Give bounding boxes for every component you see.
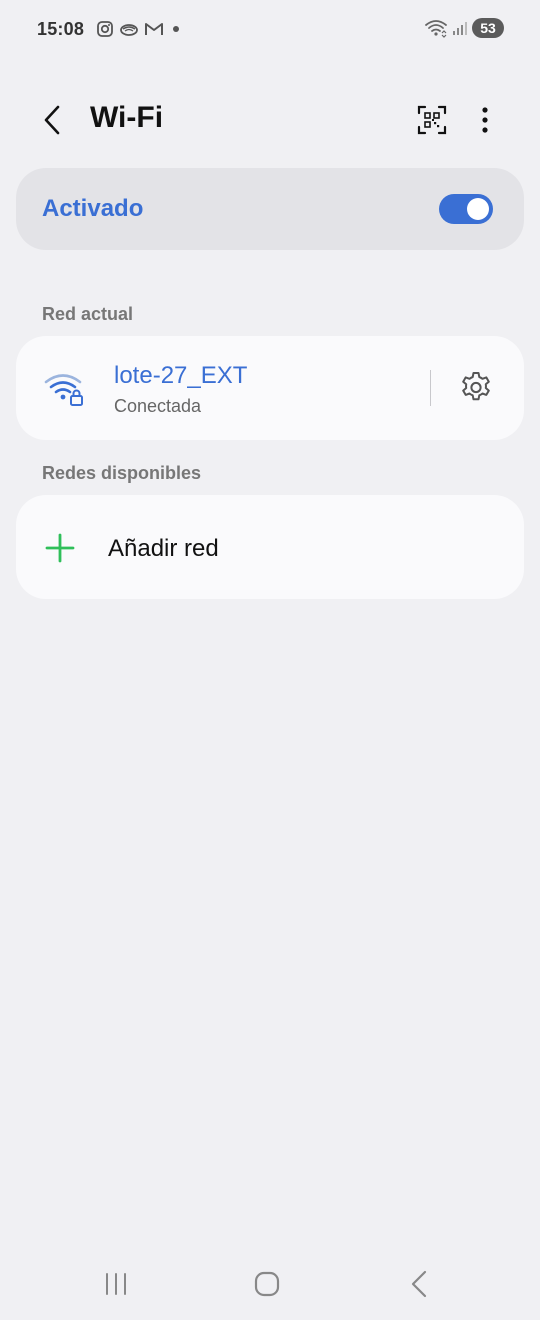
toggle-knob <box>467 198 489 220</box>
wifi-lock-icon <box>44 374 83 406</box>
section-header-current-network: Red actual <box>42 304 134 324</box>
status-bar: 15:08 53 <box>0 0 540 60</box>
wifi-master-toggle-card[interactable]: Activado <box>16 168 524 250</box>
network-status: Conectada <box>114 396 202 416</box>
back-chevron-icon <box>44 105 60 135</box>
gmail-icon <box>145 23 163 35</box>
add-network-label: Añadir red <box>108 535 219 562</box>
network-name: lote-27_EXT <box>114 362 248 389</box>
instagram-icon <box>97 21 113 37</box>
recents-icon <box>106 1273 126 1295</box>
back-icon <box>411 1270 427 1298</box>
gear-icon <box>462 372 490 401</box>
master-toggle-label: Activado <box>42 195 144 222</box>
nav-back-button[interactable] <box>399 1266 439 1302</box>
back-button[interactable] <box>34 100 70 140</box>
navigation-bar <box>0 1250 540 1320</box>
home-button[interactable] <box>247 1266 287 1302</box>
plus-icon <box>45 533 75 563</box>
home-icon <box>254 1271 280 1297</box>
section-header-available-networks: Redes disponibles <box>42 463 202 483</box>
notification-icons <box>96 20 183 38</box>
current-network-card[interactable]: lote-27_EXT Conectada <box>16 336 524 440</box>
wifi-signal-icon <box>425 20 447 38</box>
cell-signal-icon <box>453 22 467 35</box>
qr-scan-button[interactable] <box>414 102 450 138</box>
system-icons: 53 <box>424 18 504 38</box>
more-vertical-icon <box>482 107 488 133</box>
recents-button[interactable] <box>96 1266 136 1302</box>
qr-scan-icon <box>417 105 447 135</box>
pigeon-icon <box>120 24 138 36</box>
divider <box>430 370 431 406</box>
page-title: Wi-Fi <box>90 101 164 134</box>
more-options-button[interactable] <box>470 102 500 138</box>
app-header: Wi-Fi <box>0 88 540 150</box>
battery-icon: 53 <box>472 18 504 38</box>
add-network-card[interactable]: Añadir red <box>16 495 524 599</box>
dot-icon <box>173 26 179 32</box>
status-time: 15:08 <box>37 19 85 39</box>
network-settings-button[interactable] <box>456 368 496 408</box>
wifi-toggle-switch[interactable] <box>439 194 493 224</box>
